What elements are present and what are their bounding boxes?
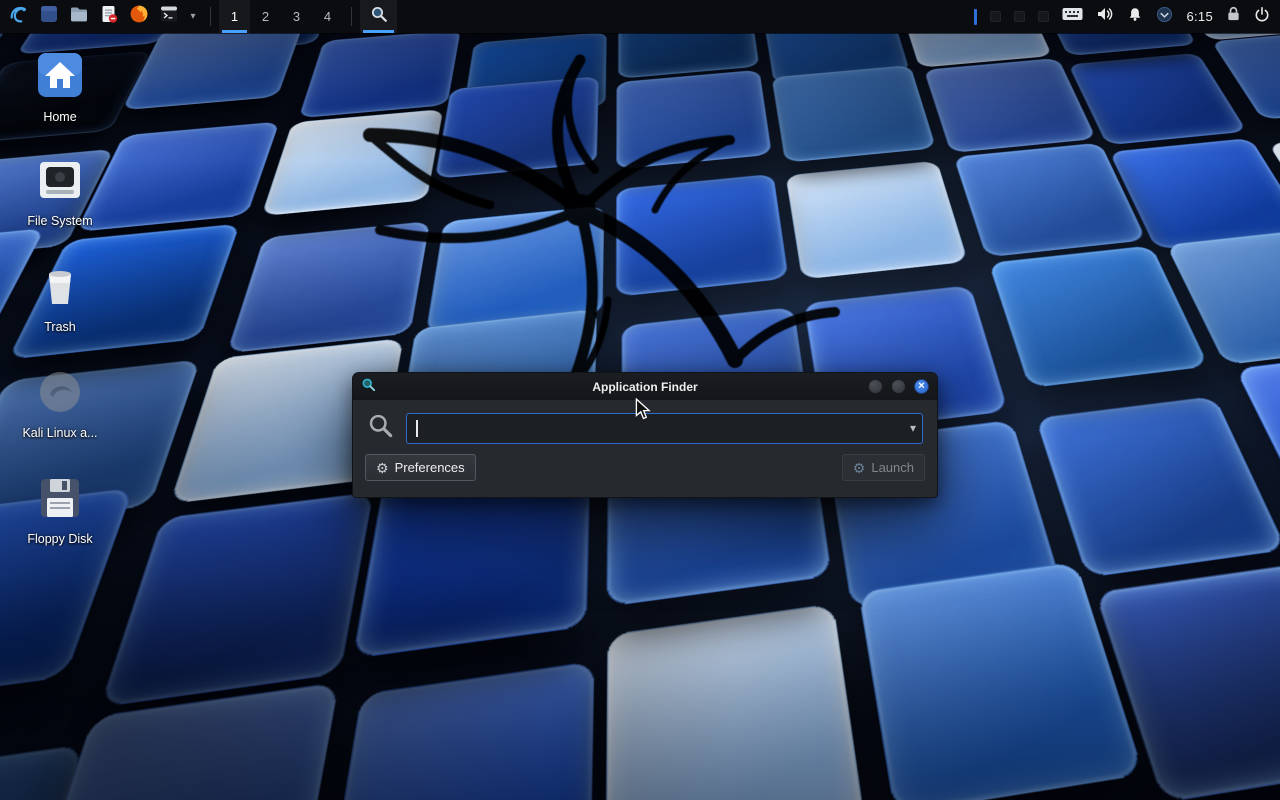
launcher-firefox[interactable] (124, 0, 154, 33)
launch-button[interactable]: ⚙ Launch (842, 454, 925, 481)
preferences-label: Preferences (395, 460, 465, 475)
tray-icon[interactable] (990, 11, 1001, 22)
close-button[interactable]: × (914, 379, 929, 394)
file-system-icon (38, 158, 82, 207)
search-input[interactable] (406, 413, 923, 444)
desktop-icon-label: File System (27, 214, 92, 228)
dialog-body: ▾ ⚙ Preferences ⚙ Launch (353, 400, 937, 491)
desktop-icon-kali-linux[interactable]: Kali Linux a... (12, 370, 108, 440)
wallpaper-cube (606, 604, 866, 800)
application-finder-window: Application Finder × ▾ ⚙ Prefe (352, 372, 938, 498)
preferences-button[interactable]: ⚙ Preferences (365, 454, 476, 481)
titlebar[interactable]: Application Finder × (353, 373, 937, 400)
launcher-text-editor[interactable] (94, 0, 124, 33)
window-app-search-icon (361, 377, 376, 397)
firefox-icon (129, 4, 149, 29)
kali-dragon-silhouette (250, 40, 890, 400)
desktop-icon-trash[interactable]: Trash (12, 264, 108, 334)
search-row: ▾ (365, 412, 925, 444)
logout-power-icon[interactable] (1254, 6, 1270, 27)
desktop-icon-home[interactable]: Home (12, 52, 108, 124)
wallpaper-cube (321, 661, 594, 800)
launcher-app-window[interactable] (34, 0, 64, 33)
desktop-icon-floppy-disk[interactable]: Floppy Disk (12, 476, 108, 546)
panel-separator (351, 7, 352, 26)
kali-docs-icon (38, 370, 82, 419)
taskbar-application-finder-button[interactable] (360, 0, 397, 33)
status-globe-icon[interactable] (1156, 6, 1173, 28)
panel-launchers: ▾ 1 2 3 4 (0, 0, 397, 33)
wallpaper-cube (1068, 53, 1248, 146)
floppy-disk-icon (38, 476, 82, 525)
desktop-icon-file-system[interactable]: File System (12, 158, 108, 228)
tray-handle[interactable] (974, 9, 977, 25)
entry-dropdown-icon[interactable]: ▾ (910, 413, 916, 444)
trash-icon (38, 264, 82, 313)
wallpaper-cube (1035, 396, 1280, 578)
volume-icon[interactable] (1096, 6, 1114, 27)
tray-icon[interactable] (1014, 11, 1025, 22)
launcher-file-manager[interactable] (64, 0, 94, 33)
top-panel: ▾ 1 2 3 4 (0, 0, 1280, 33)
lock-icon[interactable] (1226, 6, 1241, 27)
launch-label: Launch (871, 460, 914, 475)
active-underline (363, 30, 394, 33)
workspace-button-4[interactable]: 4 (312, 0, 343, 33)
desktop-icon-label: Home (43, 110, 76, 124)
search-icon (367, 412, 394, 444)
keyboard-layout-icon[interactable] (1062, 7, 1083, 26)
search-entry: ▾ (406, 413, 923, 444)
wallpaper-cube (99, 492, 373, 708)
document-icon (99, 4, 119, 29)
kali-menu-button[interactable] (4, 0, 34, 33)
workspace-label: 4 (324, 9, 331, 24)
workspace-button-2[interactable]: 2 (250, 0, 281, 33)
kali-logo-icon (8, 3, 30, 30)
workspace-button-3[interactable]: 3 (281, 0, 312, 33)
wallpaper-cube (923, 58, 1096, 153)
maximize-button[interactable] (891, 379, 906, 394)
button-row: ⚙ Preferences ⚙ Launch (365, 454, 925, 481)
panel-tray: 6:15 (974, 0, 1280, 33)
notification-bell-icon[interactable] (1127, 6, 1143, 27)
minimize-button[interactable] (868, 379, 883, 394)
desktop-icon-label: Kali Linux a... (22, 426, 97, 440)
text-caret (416, 420, 418, 437)
terminal-dropdown-button[interactable]: ▾ (184, 0, 202, 33)
window-app-icon (39, 4, 59, 29)
workspace-label: 3 (293, 9, 300, 24)
window-title: Application Finder (353, 380, 937, 394)
file-manager-icon (69, 4, 89, 29)
workspace-label: 1 (231, 9, 238, 24)
launch-gear-icon: ⚙ (853, 461, 866, 475)
workspace-button-1[interactable]: 1 (219, 0, 250, 33)
active-underline (222, 30, 247, 33)
home-icon (37, 52, 83, 103)
gear-icon: ⚙ (376, 461, 389, 475)
panel-separator (210, 7, 211, 26)
tray-icon[interactable] (1038, 11, 1049, 22)
desktop-icon-label: Trash (44, 320, 76, 334)
workspace-label: 2 (262, 9, 269, 24)
window-buttons: × (868, 379, 929, 394)
chevron-down-icon: ▾ (190, 11, 195, 22)
terminal-icon (159, 4, 179, 29)
launcher-terminal[interactable] (154, 0, 184, 33)
desktop-icon-label: Floppy Disk (27, 532, 92, 546)
search-icon (370, 5, 388, 28)
clock[interactable]: 6:15 (1186, 9, 1213, 24)
